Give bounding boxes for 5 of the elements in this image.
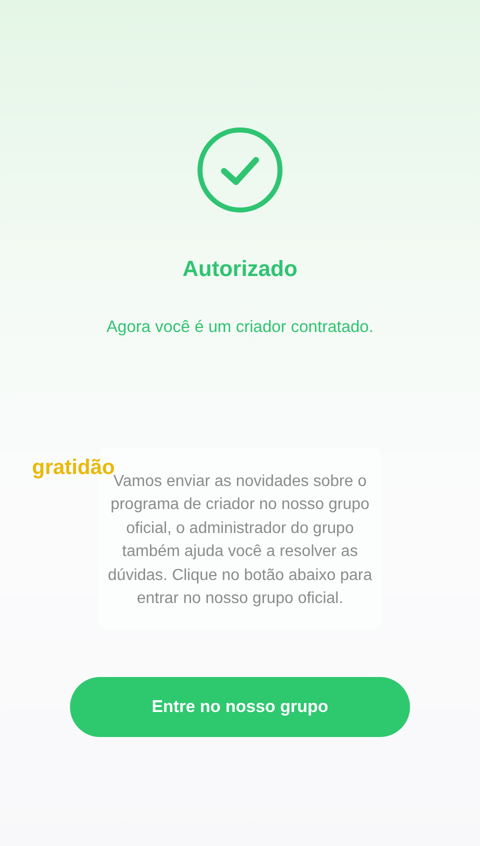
join-group-button[interactable]: Entre no nosso grupo <box>70 676 410 737</box>
check-circle-icon <box>196 126 284 214</box>
caption-text: gratidão <box>32 455 115 479</box>
status-message: Agora você é um criador contratado. <box>106 317 374 338</box>
status-title: Autorizado <box>182 255 298 283</box>
